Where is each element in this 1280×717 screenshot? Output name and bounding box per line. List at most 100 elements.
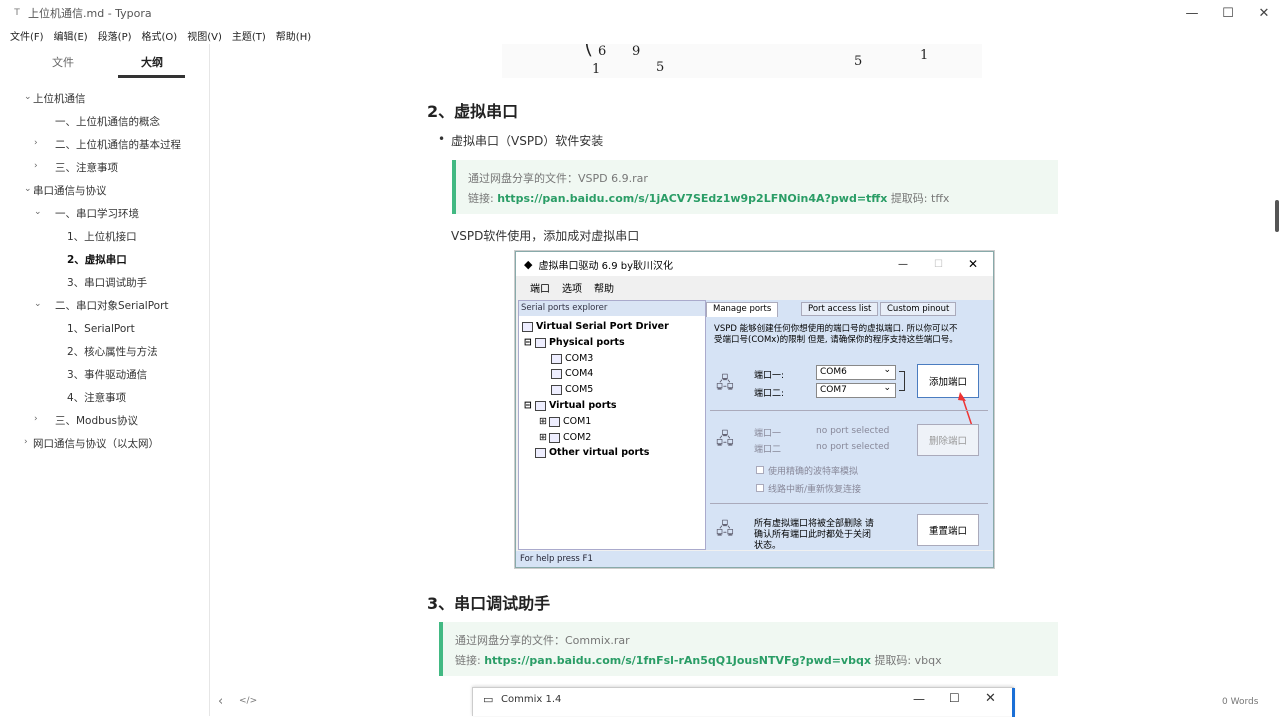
menu-view[interactable]: 视图(V) [187,28,222,43]
chevron-right-icon[interactable]: › [34,414,38,424]
outline-item[interactable]: 1、上位机接口 [67,226,137,246]
chevron-right-icon[interactable]: › [24,437,28,447]
vspd-maximize-icon: ☐ [934,258,943,270]
menu-theme[interactable]: 主题(T) [232,28,266,43]
vspd-delete-port-button: 删除端口 [917,424,979,456]
chevron-down-icon[interactable]: ⌄ [24,184,32,194]
tab-files[interactable]: 文件 [52,54,74,70]
source-code-icon[interactable]: </> [239,696,257,706]
blockquote-vspd: 通过网盘分享的文件：VSPD 6.9.rar 链接: https://pan.b… [452,160,1058,214]
scrollbar-thumb[interactable] [1275,200,1279,232]
outline-item[interactable]: 网口通信与协议（以太网） [33,433,159,453]
port1-label: 端口一: [754,371,785,381]
outline-item[interactable]: 4、注意事项 [67,387,126,407]
tree-com5: COM5 [551,384,593,395]
port1-select: COM6 [816,364,896,380]
bq-file-line: 通过网盘分享的文件：Commix.rar [455,634,630,647]
outline-item[interactable]: 上位机通信 [33,88,86,108]
folder-icon [534,337,546,348]
chevron-right-icon[interactable]: › [34,161,38,171]
chevron-down-icon[interactable]: ⌄ [34,207,42,217]
outline-item[interactable]: 3、事件驱动通信 [67,364,147,384]
port-icon [548,432,560,443]
outline-item[interactable]: 2、虚拟串口 [67,249,127,269]
tree-com2: ⊞ COM2 [539,432,592,443]
opt-baud: 使用精确的波特率模拟 [756,464,858,477]
vspd-app-icon: ◆ [524,257,533,271]
port-icon [548,416,560,427]
bullet-dot: • [438,132,446,146]
outline-item[interactable]: 三、Modbus协议 [55,410,138,430]
pair-bracket [899,371,905,391]
vspd-menu-options: 选项 [562,283,582,295]
folder-icon [534,447,546,458]
heading-serial-debug: 3、串口调试助手 [427,594,551,613]
port-icon [551,353,562,364]
blockquote-commix: 通过网盘分享的文件：Commix.rar 链接: https://pan.bai… [439,622,1058,676]
outline-item[interactable]: 一、串口学习环境 [55,203,139,223]
tree-other: ⊟Other virtual ports [524,447,649,458]
bq-extract-code: 提取码: vbqx [874,654,942,667]
word-count[interactable]: 0 Words [1222,697,1258,707]
outline-item[interactable]: 二、上位机通信的基本过程 [55,134,181,154]
vspd-desc-line2: 受端口号(COMx)的限制 但是, 请确保你的程序支持这些端口号。 [714,335,958,345]
menu-edit[interactable]: 编辑(E) [54,28,88,43]
vspd-menu-port: 端口 [530,283,550,295]
commix-close-button[interactable]: ✕ [985,691,996,706]
chevron-down-icon[interactable]: ⌄ [24,92,32,102]
vspd-statusbar: For help press F1 [516,551,993,567]
vspd-reset-button: 重置端口 [917,514,979,546]
divider [710,503,988,504]
delete-pair-icon: 🖧 [716,429,734,448]
chevron-right-icon[interactable]: › [34,138,38,148]
vspd-download-link[interactable]: https://pan.baidu.com/s/1jACV7SEdz1w9p2L… [497,192,887,205]
bq-extract-code: 提取码: tffx [890,192,950,205]
no-port-selected-1: no port selected [816,426,890,436]
paragraph-vspd-usage: VSPD软件使用，添加成对虚拟串口 [451,229,640,243]
commix-download-link[interactable]: https://pan.baidu.com/s/1fnFsl-rAn5qQ1Jo… [484,654,871,667]
outline-item[interactable]: 三、注意事项 [55,157,118,177]
outline-item[interactable]: 1、SerialPort [67,318,135,338]
sidebar-tabs: 文件 大纲 [0,44,209,78]
outline-item[interactable]: 二、串口对象SerialPort [55,295,169,315]
port2-label: 端口二: [754,389,785,399]
heading-virtual-serial: 2、虚拟串口 [427,102,519,121]
vspd-minimize-icon: — [898,258,908,270]
bq-file-line: 通过网盘分享的文件：VSPD 6.9.rar [468,172,648,185]
vspd-tab-pinout: Custom pinout [880,302,957,316]
outline-item[interactable]: 3、串口调试助手 [67,272,147,292]
computer-icon [522,321,533,332]
commix-app-icon: ▭ [483,693,494,706]
maximize-button[interactable]: ☐ [1210,0,1246,26]
menu-help[interactable]: 帮助(H) [276,28,311,43]
outline-item[interactable]: 2、核心属性与方法 [67,341,158,361]
outline-item[interactable]: 串口通信与协议 [33,180,107,200]
commix-maximize-button[interactable]: ☐ [949,691,960,705]
vspd-title-bar: ◆ 虚拟串口驱动 6.9 by耿川汉化 — ☐ ✕ [516,252,993,276]
menu-file[interactable]: 文件(F) [10,28,44,43]
del-port2-label: 端口二 [754,445,782,455]
menu-paragraph[interactable]: 段落(P) [98,28,132,43]
vspd-close-icon: ✕ [968,257,979,271]
del-port1-label: 端口一 [754,429,782,439]
tab-outline[interactable]: 大纲 [141,54,163,70]
back-arrow-icon[interactable]: ‹ [218,694,223,709]
menu-bar: 文件(F) 编辑(E) 段落(P) 格式(O) 视图(V) 主题(T) 帮助(H… [0,26,1280,44]
math-block [502,44,982,78]
outline-item[interactable]: 一、上位机通信的概念 [55,111,160,131]
opt-line-break: 线路中断/重新恢复连接 [756,482,861,495]
vspd-tab-access: Port access list [801,302,879,316]
vspd-title: 虚拟串口驱动 6.9 by耿川汉化 [538,260,673,272]
minimize-button[interactable]: — [1174,0,1210,26]
menu-format[interactable]: 格式(O) [142,28,178,43]
vspd-tab-manage: Manage ports [706,302,779,317]
add-pair-icon: 🖧 [716,373,734,392]
divider [710,410,988,411]
commix-window[interactable]: ▭ Commix 1.4 — ☐ ✕ [472,687,1015,717]
vspd-explorer-pane: Serial ports explorer Virtual Serial Por… [518,300,706,550]
commix-minimize-button[interactable]: — [913,692,925,706]
active-tab-indicator [118,75,185,78]
close-button[interactable]: ✕ [1246,0,1280,26]
title-bar: T 上位机通信.md - Typora [0,0,1280,26]
chevron-down-icon[interactable]: ⌄ [34,299,42,309]
